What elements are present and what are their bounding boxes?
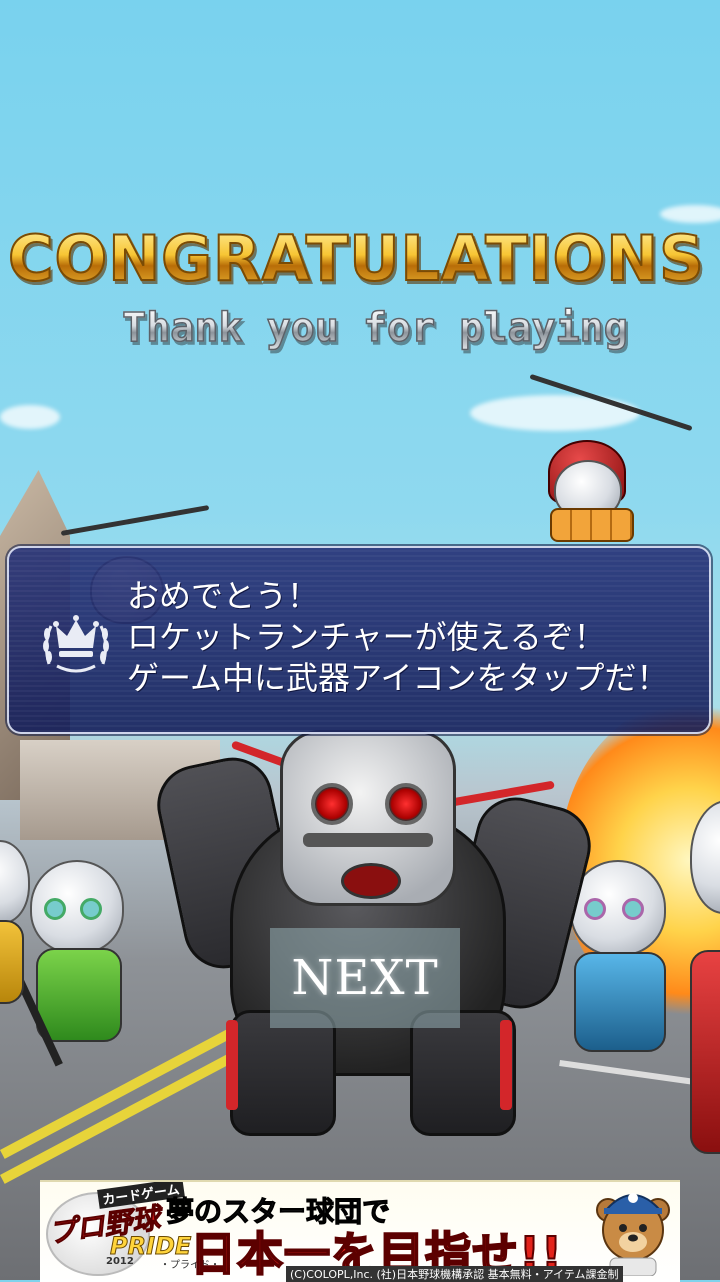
crown-laurel-icon [39, 604, 113, 678]
helicopter-robot [520, 373, 700, 550]
boss-robot [149, 690, 600, 1140]
green-robot [9, 860, 140, 1067]
ad-banner[interactable]: カードゲーム プロ野球 PRIDE 2012 ・プライド・ 夢のスター球団で 日… [40, 1180, 680, 1282]
message-dialog: おめでとう！ ロケットランチャーが使えるぞ！ ゲーム中に武器アイコンをタップだ！ [7, 546, 711, 734]
partial-robot-left [0, 840, 30, 1040]
cloud [660, 205, 720, 223]
cloud [0, 405, 60, 429]
thank-you-subtitle: Thank you for playing [0, 304, 720, 352]
dialog-message: おめでとう！ ロケットランチャーが使えるぞ！ ゲーム中に武器アイコンをタップだ！ [127, 576, 707, 699]
bear-mascot-icon [588, 1184, 678, 1277]
congratulations-title: CONGRATULATIONS [7, 221, 720, 296]
red-robot [690, 800, 720, 1154]
dialog-line-3: ゲーム中に武器アイコンをタップだ！ [127, 659, 669, 697]
dialog-line-1: おめでとう！ [127, 577, 320, 615]
next-button[interactable]: NEXT [270, 928, 460, 1028]
dialog-line-2: ロケットランチャーが使えるぞ！ [127, 618, 606, 656]
ad-logo-year: 2012 [106, 1256, 134, 1267]
